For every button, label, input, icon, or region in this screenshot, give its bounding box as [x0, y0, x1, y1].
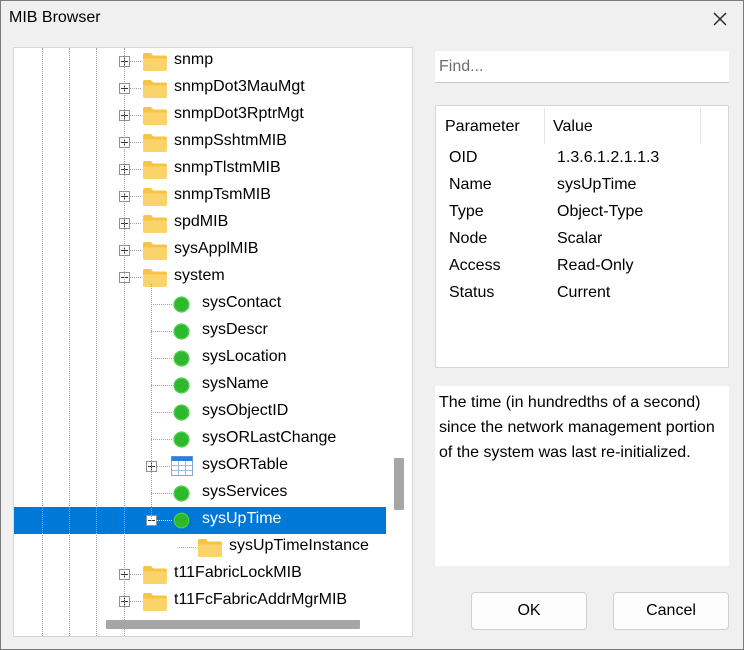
tree-item-label: sysApplMIB	[174, 240, 259, 257]
close-icon	[713, 12, 727, 26]
close-button[interactable]	[697, 1, 743, 37]
scalar-node-icon	[173, 431, 190, 453]
folder-icon	[142, 592, 168, 617]
folder-icon	[142, 268, 168, 293]
tree-guide-line	[124, 48, 125, 636]
tree-connector	[179, 547, 196, 548]
folder-icon	[142, 79, 168, 104]
tree-item-label: sysUpTime	[202, 510, 282, 527]
parameter-value: sysUpTime	[557, 176, 637, 193]
tree-item-label: spdMIB	[174, 213, 229, 230]
tree-item-label: snmpSshtmMIB	[174, 132, 287, 149]
scalar-node-icon	[173, 404, 190, 426]
tree-item-label: t11FcFabricAddrMgrMIB	[174, 591, 348, 608]
tree-item-label: sysLocation	[202, 348, 287, 365]
folder-icon	[142, 241, 168, 266]
tree-connector	[151, 439, 172, 440]
description-box: The time (in hundredths of a second) sin…	[435, 386, 729, 566]
tree-item-label: system	[174, 267, 225, 284]
tree-guide-line	[151, 284, 152, 521]
value-column-header[interactable]: Value	[553, 118, 593, 136]
folder-icon	[142, 565, 168, 590]
vertical-scrollbar-thumb[interactable]	[394, 458, 404, 510]
scalar-node-icon	[173, 350, 190, 372]
scalar-node-icon	[173, 512, 190, 534]
tree-item-label: snmp	[174, 51, 214, 68]
ok-button[interactable]: OK	[471, 592, 587, 630]
folder-icon	[197, 538, 223, 563]
tree-guide-line	[96, 48, 97, 636]
parameter-value: Current	[557, 284, 611, 301]
folder-icon	[142, 106, 168, 131]
folder-icon	[142, 160, 168, 185]
parameter-name: Status	[449, 284, 495, 301]
parameter-value: 1.3.6.1.2.1.1.3	[557, 149, 660, 166]
parameter-column-header[interactable]: Parameter	[445, 118, 520, 136]
folder-icon	[142, 214, 168, 239]
mib-browser-dialog: MIB Browser snmp snmpDot3MauMgt snmpDot3Rp…	[0, 0, 744, 650]
tree-item-label: sysORTable	[202, 456, 288, 473]
table-icon	[171, 456, 193, 481]
column-divider	[700, 108, 701, 144]
tree-item-label: sysObjectID	[202, 402, 289, 419]
parameter-name: Name	[449, 176, 492, 193]
parameter-name: Access	[449, 257, 501, 274]
column-divider	[544, 108, 545, 144]
parameter-table: Parameter Value OID 1.3.6.1.2.1.1.3 Name sy…	[435, 105, 729, 368]
scalar-node-icon	[173, 296, 190, 318]
horizontal-scrollbar-thumb[interactable]	[106, 620, 360, 629]
tree-item-label: snmpDot3MauMgt	[174, 78, 305, 95]
find-input[interactable]	[435, 51, 729, 83]
window-title: MIB Browser	[9, 9, 101, 26]
tree-connector	[151, 304, 172, 305]
mib-tree[interactable]: snmp snmpDot3MauMgt snmpDot3RptrMgt snmpSsh…	[13, 47, 413, 637]
tree-item-label: sysUpTimeInstance	[229, 537, 369, 554]
tree-item-label: sysName	[202, 375, 269, 392]
title-bar: MIB Browser	[1, 1, 743, 37]
parameter-name: Node	[449, 230, 488, 247]
parameter-value: Scalar	[557, 230, 603, 247]
tree-guide-line	[69, 48, 70, 636]
parameter-name: OID	[449, 149, 478, 166]
tree-item-label: sysContact	[202, 294, 282, 311]
scalar-node-icon	[173, 323, 190, 345]
folder-icon	[142, 133, 168, 158]
tree-connector	[151, 358, 172, 359]
tree-guide-line	[42, 48, 43, 636]
tree-item-label: snmpTsmMIB	[174, 186, 271, 203]
tree-item-label: sysServices	[202, 483, 288, 500]
cancel-button[interactable]: Cancel	[613, 592, 729, 630]
folder-icon	[142, 187, 168, 212]
tree-connector	[151, 331, 172, 332]
parameter-value: Read-Only	[557, 257, 634, 274]
tree-item-label: sysORLastChange	[202, 429, 337, 446]
tree-item-label: t11FabricLockMIB	[174, 564, 302, 581]
tree-item-label: sysDescr	[202, 321, 268, 338]
parameter-name: Type	[449, 203, 484, 220]
scalar-node-icon	[173, 377, 190, 399]
tree-item-label: snmpDot3RptrMgt	[174, 105, 304, 122]
tree-connector	[151, 412, 172, 413]
tree-connector	[151, 385, 172, 386]
folder-icon	[142, 52, 168, 77]
scalar-node-icon	[173, 485, 190, 507]
parameter-value: Object-Type	[557, 203, 644, 220]
tree-connector	[151, 493, 172, 494]
tree-item-label: snmpTlstmMIB	[174, 159, 281, 176]
